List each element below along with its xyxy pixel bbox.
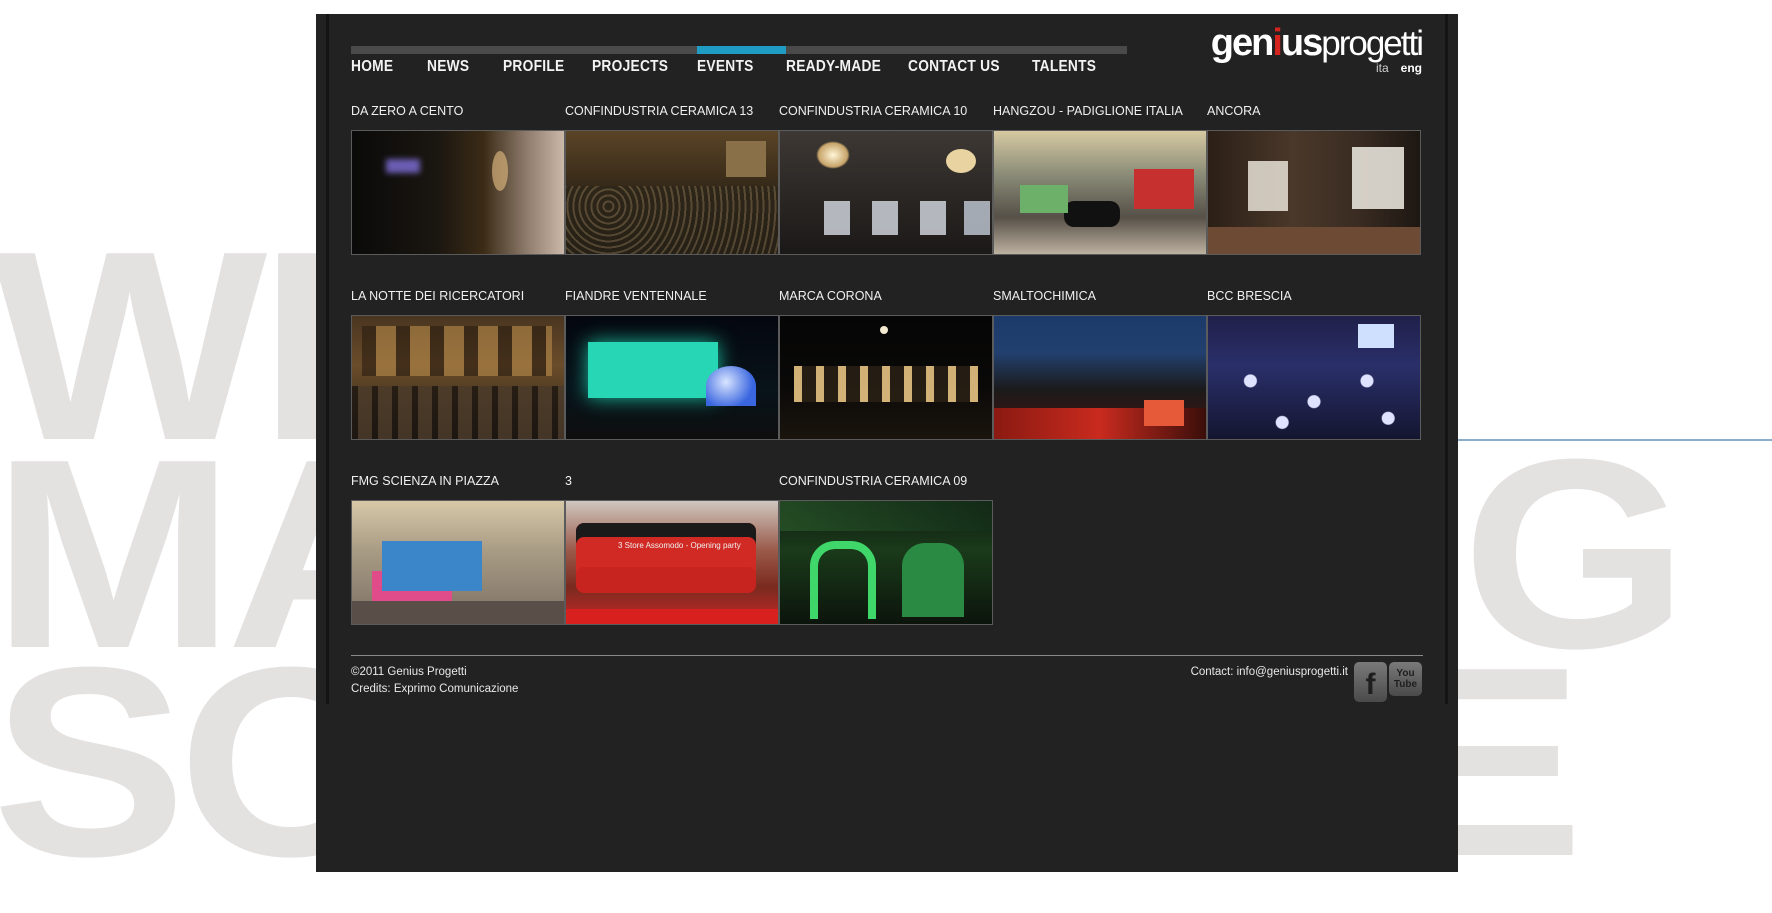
logo[interactable]: geniusprogetti (1210, 22, 1424, 64)
page-right-rule (1445, 14, 1448, 704)
youtube-icon[interactable]: You Tube (1389, 662, 1422, 696)
events-row: LA NOTTE DEI RICERCATORI FIANDRE VENTENN… (351, 289, 1423, 474)
event-card: CONFINDUSTRIA CERAMICA 10 (779, 104, 993, 289)
event-title[interactable]: BCC BRESCIA (1207, 289, 1421, 315)
event-card: BCC BRESCIA (1207, 289, 1421, 474)
event-card: MARCA CORONA (779, 289, 993, 474)
bg-divider-line (1458, 439, 1772, 441)
footer-contact[interactable]: Contact: info@geniusprogetti.it (1191, 664, 1348, 681)
event-title[interactable]: MARCA CORONA (779, 289, 993, 315)
events-grid: DA ZERO A CENTO CONFINDUSTRIA CERAMICA 1… (351, 104, 1423, 659)
event-thumbnail[interactable] (779, 315, 993, 440)
event-thumbnail[interactable] (351, 130, 565, 255)
event-title[interactable]: 3 (565, 474, 779, 500)
event-title[interactable]: FMG SCIENZA IN PIAZZA (351, 474, 565, 500)
event-card: CONFINDUSTRIA CERAMICA 13 (565, 104, 779, 289)
social-links: f You Tube (1354, 662, 1422, 702)
nav-item-contact-us[interactable]: CONTACT US (908, 54, 1015, 80)
event-card: 3 3 Store Assomodo - Opening party (565, 474, 779, 659)
event-card: ANCORA (1207, 104, 1421, 289)
logo-i-part: i (1272, 22, 1282, 64)
event-card: HANGZOU - PADIGLIONE ITALIA (993, 104, 1207, 289)
event-thumbnail[interactable] (993, 315, 1207, 440)
nav-active-indicator (697, 46, 786, 54)
event-thumbnail[interactable] (1207, 315, 1421, 440)
nav-item-projects[interactable]: PROJECTS (592, 54, 682, 80)
lang-eng-link[interactable]: eng (1401, 61, 1422, 75)
event-title[interactable]: CONFINDUSTRIA CERAMICA 13 (565, 104, 779, 130)
bus-banner-text: 3 Store Assomodo - Opening party (618, 541, 741, 550)
footer-copyright: ©2011 Genius Progetti (351, 666, 467, 678)
footer-info: ©2011 Genius Progetti Credits: Exprimo C… (351, 664, 518, 698)
event-thumbnail[interactable] (1207, 130, 1421, 255)
logo-genius-part: gen (1210, 22, 1275, 64)
event-title[interactable]: SMALTOCHIMICA (993, 289, 1207, 315)
event-card: FMG SCIENZA IN PIAZZA (351, 474, 565, 659)
event-title[interactable]: LA NOTTE DEI RICERCATORI (351, 289, 565, 315)
footer-credits[interactable]: Credits: Exprimo Comunicazione (351, 681, 518, 698)
event-title[interactable]: DA ZERO A CENTO (351, 104, 565, 130)
event-thumbnail[interactable] (993, 130, 1207, 255)
event-title[interactable]: CONFINDUSTRIA CERAMICA 10 (779, 104, 993, 130)
event-title[interactable]: FIANDRE VENTENNALE (565, 289, 779, 315)
events-row: FMG SCIENZA IN PIAZZA 3 3 Store Assomodo… (351, 474, 1423, 659)
event-thumbnail[interactable] (351, 500, 565, 625)
nav-item-news[interactable]: NEWS (427, 54, 492, 80)
event-thumbnail[interactable] (779, 500, 993, 625)
event-thumbnail[interactable] (779, 130, 993, 255)
event-title[interactable]: ANCORA (1207, 104, 1421, 130)
event-title[interactable]: HANGZOU - PADIGLIONE ITALIA (993, 104, 1207, 130)
event-card: LA NOTTE DEI RICERCATORI (351, 289, 565, 474)
youtube-icon-text-you: You (1396, 668, 1415, 679)
event-card: SMALTOCHIMICA (993, 289, 1207, 474)
lang-ita-link[interactable]: ita (1376, 61, 1389, 75)
nav-item-profile[interactable]: PROFILE (503, 54, 580, 80)
main-nav: HOME NEWS PROFILE PROJECTS EVENTS READY-… (351, 54, 1112, 80)
logo-progetti-part: progetti (1321, 24, 1424, 63)
nav-item-talents[interactable]: TALENTS (1032, 54, 1101, 80)
nav-item-events[interactable]: EVENTS (697, 54, 774, 80)
event-card: DA ZERO A CENTO (351, 104, 565, 289)
event-thumbnail[interactable] (351, 315, 565, 440)
event-thumbnail[interactable]: 3 Store Assomodo - Opening party (565, 500, 779, 625)
facebook-icon[interactable]: f (1354, 662, 1387, 702)
events-row: DA ZERO A CENTO CONFINDUSTRIA CERAMICA 1… (351, 104, 1423, 289)
page-left-rule (326, 14, 329, 704)
event-thumbnail[interactable] (565, 130, 779, 255)
page-container: HOME NEWS PROFILE PROJECTS EVENTS READY-… (316, 14, 1458, 872)
footer-divider (351, 655, 1423, 656)
event-card: CONFINDUSTRIA CERAMICA 09 (779, 474, 993, 659)
youtube-icon-text-tube: Tube (1393, 679, 1418, 690)
language-switcher: ita eng (1376, 61, 1422, 75)
logo-us-part: us (1280, 22, 1323, 64)
nav-item-home[interactable]: HOME (351, 54, 416, 80)
event-card: FIANDRE VENTENNALE (565, 289, 779, 474)
event-title[interactable]: CONFINDUSTRIA CERAMICA 09 (779, 474, 993, 500)
nav-item-ready-made[interactable]: READY-MADE (786, 54, 891, 80)
event-thumbnail[interactable] (565, 315, 779, 440)
